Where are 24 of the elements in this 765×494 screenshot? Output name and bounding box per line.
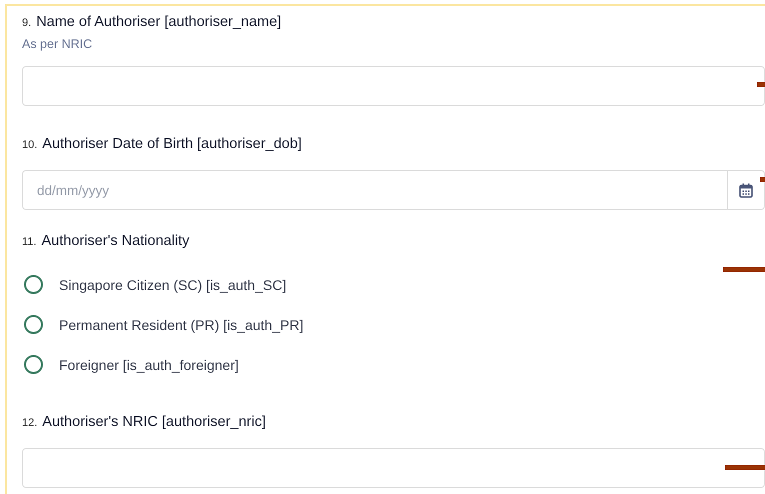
option-label: Permanent Resident (PR) [is_auth_PR]	[59, 316, 304, 332]
marker-bar	[757, 82, 765, 87]
question-label: Name of Authoriser [authoriser_name]	[36, 14, 282, 30]
option-label: Foreigner [is_auth_foreigner]	[59, 356, 239, 372]
radio-button[interactable]	[24, 315, 43, 334]
hint-text: As per NRIC	[22, 37, 94, 51]
calendar-button[interactable]	[727, 170, 765, 210]
text-field[interactable]	[22, 448, 765, 488]
text-field[interactable]	[22, 66, 765, 106]
question-number: 10.	[22, 139, 38, 151]
question-number: 9.	[22, 17, 32, 29]
marker-bar	[723, 267, 765, 272]
marker-bar	[725, 465, 765, 470]
question-number: 11.	[22, 236, 36, 248]
question-number: 12.	[22, 417, 38, 429]
question-label: Authoriser Date of Birth [authoriser_dob]	[42, 136, 302, 152]
option-label: Singapore Citizen (SC) [is_auth_SC]	[59, 276, 286, 292]
question-label: Authoriser's Nationality	[41, 233, 190, 249]
date-field[interactable]: dd/mm/yyyy	[22, 170, 727, 210]
question-label: Authoriser's NRIC [authoriser_nric]	[42, 414, 266, 430]
marker-bar	[760, 177, 765, 182]
radio-button[interactable]	[24, 355, 43, 374]
calendar-icon	[739, 182, 753, 198]
radio-button[interactable]	[24, 275, 43, 294]
